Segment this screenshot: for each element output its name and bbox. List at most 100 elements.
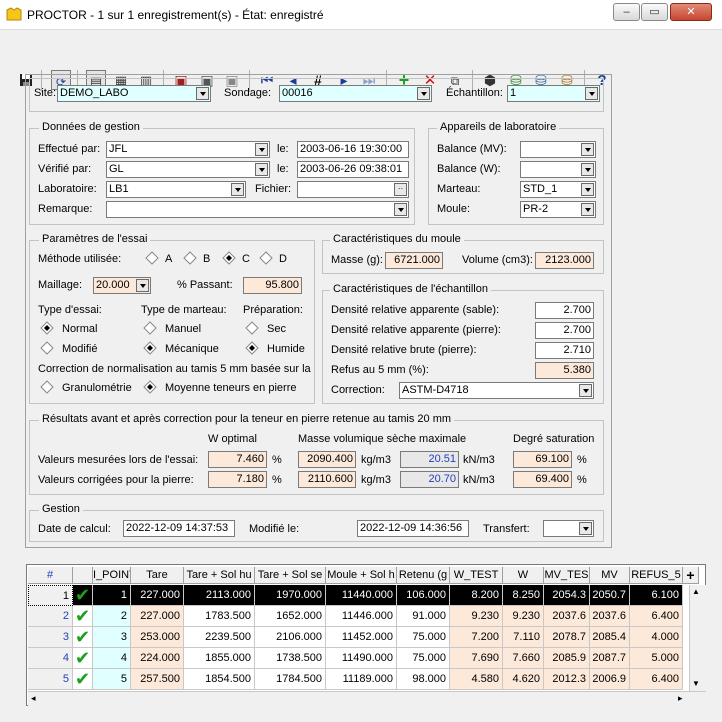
chevron-down-icon[interactable]: [581, 183, 594, 196]
grid-cell-mv[interactable]: 2050.7: [590, 585, 630, 606]
verifie-date-field[interactable]: 2003-06-26 09:38:01: [297, 161, 409, 178]
grid-cell-tare[interactable]: 227.000: [131, 585, 184, 606]
data-grid[interactable]: # I_POINTTareTare + Sol huTare + Sol seMo…: [26, 564, 706, 706]
grid-cell-tare-sol-humide[interactable]: 1855.000: [184, 648, 255, 669]
chevron-down-icon[interactable]: [394, 203, 407, 216]
chevron-down-icon[interactable]: [581, 163, 594, 176]
grid-cell-mv[interactable]: 2037.6: [590, 606, 630, 627]
sondage-select[interactable]: 00016: [279, 85, 432, 102]
checkmark-icon[interactable]: ✔: [73, 585, 93, 606]
balance-w-select[interactable]: [520, 161, 596, 178]
grid-cell-i-point[interactable]: 1: [93, 585, 131, 606]
grid-cell-refus-5[interactable]: 6.400: [630, 669, 683, 690]
grid-cell-tare-sol-humide[interactable]: 2113.000: [184, 585, 255, 606]
scroll-down-icon[interactable]: ▼: [692, 679, 700, 688]
verifie-select[interactable]: GL: [106, 161, 270, 178]
type-essai-normal-radio[interactable]: [40, 321, 54, 335]
maillage-select[interactable]: 20.000: [93, 277, 151, 294]
scroll-up-icon[interactable]: ▲: [692, 587, 700, 596]
grid-cell-i-point[interactable]: 3: [93, 627, 131, 648]
methode-b-radio[interactable]: [183, 251, 197, 265]
chevron-down-icon[interactable]: [585, 87, 598, 100]
grid-cell-retenu[interactable]: 106.000: [397, 585, 450, 606]
chevron-down-icon[interactable]: [255, 143, 268, 156]
grid-cell-w[interactable]: 8.250: [503, 585, 544, 606]
grid-cell-mv-test[interactable]: 2012.3: [544, 669, 590, 690]
vertical-scrollbar[interactable]: ▲ ▼: [689, 585, 706, 691]
grid-cell-mv[interactable]: 2006.9: [590, 669, 630, 690]
echantillon-select[interactable]: 1: [507, 85, 600, 102]
chevron-down-icon[interactable]: [255, 163, 268, 176]
balance-mv-select[interactable]: [520, 141, 596, 158]
r1-kn-field[interactable]: 20.51: [400, 451, 459, 468]
dens-brute-field[interactable]: 2.710: [535, 342, 594, 359]
minimize-button[interactable]: –: [613, 3, 640, 21]
dens-pierre-field[interactable]: 2.700: [535, 322, 594, 339]
methode-a-radio[interactable]: [145, 251, 159, 265]
marteau-select[interactable]: STD_1: [520, 181, 596, 198]
scroll-right-icon[interactable]: ▸: [678, 693, 683, 704]
grid-cell-refus-5[interactable]: 6.400: [630, 606, 683, 627]
marteau-mecanique-radio[interactable]: [143, 341, 157, 355]
grid-cell-moule-sol-humide[interactable]: 11452.000: [326, 627, 397, 648]
chevron-down-icon[interactable]: [579, 522, 592, 535]
grid-cell-i-point[interactable]: 2: [93, 606, 131, 627]
grid-cell-w-test[interactable]: 8.200: [450, 585, 503, 606]
grid-cell-refus-5[interactable]: 6.100: [630, 585, 683, 606]
grid-cell-w-test[interactable]: 4.580: [450, 669, 503, 690]
grid-cell-moule-sol-humide[interactable]: 11490.000: [326, 648, 397, 669]
effectue-date-field[interactable]: 2003-06-16 19:30:00: [297, 141, 409, 158]
r1-degre-field[interactable]: 69.100: [513, 451, 572, 468]
grid-cell-w-test[interactable]: 9.230: [450, 606, 503, 627]
r2-degre-field[interactable]: 69.400: [513, 471, 572, 488]
chevron-down-icon[interactable]: [417, 87, 430, 100]
grid-cell-w[interactable]: 7.660: [503, 648, 544, 669]
moule-select[interactable]: PR-2: [520, 201, 596, 218]
r2-kn-field[interactable]: 20.70: [400, 471, 459, 488]
passant-field[interactable]: 95.800: [243, 277, 302, 294]
grid-cell-retenu[interactable]: 75.000: [397, 648, 450, 669]
grid-row-number[interactable]: 4: [28, 648, 73, 669]
grid-cell-refus-5[interactable]: 4.000: [630, 627, 683, 648]
grid-cell-w[interactable]: 9.230: [503, 606, 544, 627]
grid-cell-w-test[interactable]: 7.200: [450, 627, 503, 648]
grid-cell-mv-test[interactable]: 2085.9: [544, 648, 590, 669]
grid-cell-retenu[interactable]: 75.000: [397, 627, 450, 648]
browse-icon[interactable]: ··: [394, 183, 407, 196]
grid-cell-moule-sol-humide[interactable]: 11446.000: [326, 606, 397, 627]
date-calcul-field[interactable]: 2022-12-09 14:37:53: [123, 520, 235, 537]
grid-cell-tare-sol-sec[interactable]: 2106.000: [255, 627, 326, 648]
grid-cell-retenu[interactable]: 98.000: [397, 669, 450, 690]
grid-cell-i-point[interactable]: 4: [93, 648, 131, 669]
grid-row-number[interactable]: 2: [28, 606, 73, 627]
grid-row-number[interactable]: 5: [28, 669, 73, 690]
grid-cell-refus-5[interactable]: 5.000: [630, 648, 683, 669]
prep-humide-radio[interactable]: [245, 341, 259, 355]
prep-sec-radio[interactable]: [245, 321, 259, 335]
grid-header-add-column[interactable]: +: [683, 567, 699, 584]
volume-field[interactable]: 2123.000: [535, 252, 594, 269]
methode-d-radio[interactable]: [259, 251, 273, 265]
grid-row-number[interactable]: 1: [28, 585, 73, 606]
chevron-down-icon[interactable]: [231, 183, 244, 196]
correction-select[interactable]: ASTM-D4718: [399, 382, 594, 399]
grid-cell-tare-sol-humide[interactable]: 1854.500: [184, 669, 255, 690]
maximize-button[interactable]: ▭: [641, 3, 668, 21]
dens-sable-field[interactable]: 2.700: [535, 302, 594, 319]
grid-cell-w-test[interactable]: 7.690: [450, 648, 503, 669]
grid-cell-tare[interactable]: 227.000: [131, 606, 184, 627]
close-button[interactable]: ✕: [670, 3, 712, 21]
r2-masse-field[interactable]: 2110.600: [298, 471, 356, 488]
horizontal-scrollbar[interactable]: ◂ ▸: [28, 691, 706, 706]
site-select[interactable]: DEMO_LABO: [57, 85, 211, 102]
grid-row-number[interactable]: 3: [28, 627, 73, 648]
transfert-select[interactable]: [543, 520, 594, 537]
remarque-select[interactable]: [106, 201, 409, 218]
scroll-left-icon[interactable]: ◂: [31, 693, 36, 704]
grid-cell-tare-sol-sec[interactable]: 1652.000: [255, 606, 326, 627]
grid-cell-tare-sol-humide[interactable]: 1783.500: [184, 606, 255, 627]
checkmark-icon[interactable]: ✔: [73, 648, 93, 669]
marteau-manuel-radio[interactable]: [143, 321, 157, 335]
grid-cell-mv[interactable]: 2085.4: [590, 627, 630, 648]
laboratoire-select[interactable]: LB1: [106, 181, 246, 198]
